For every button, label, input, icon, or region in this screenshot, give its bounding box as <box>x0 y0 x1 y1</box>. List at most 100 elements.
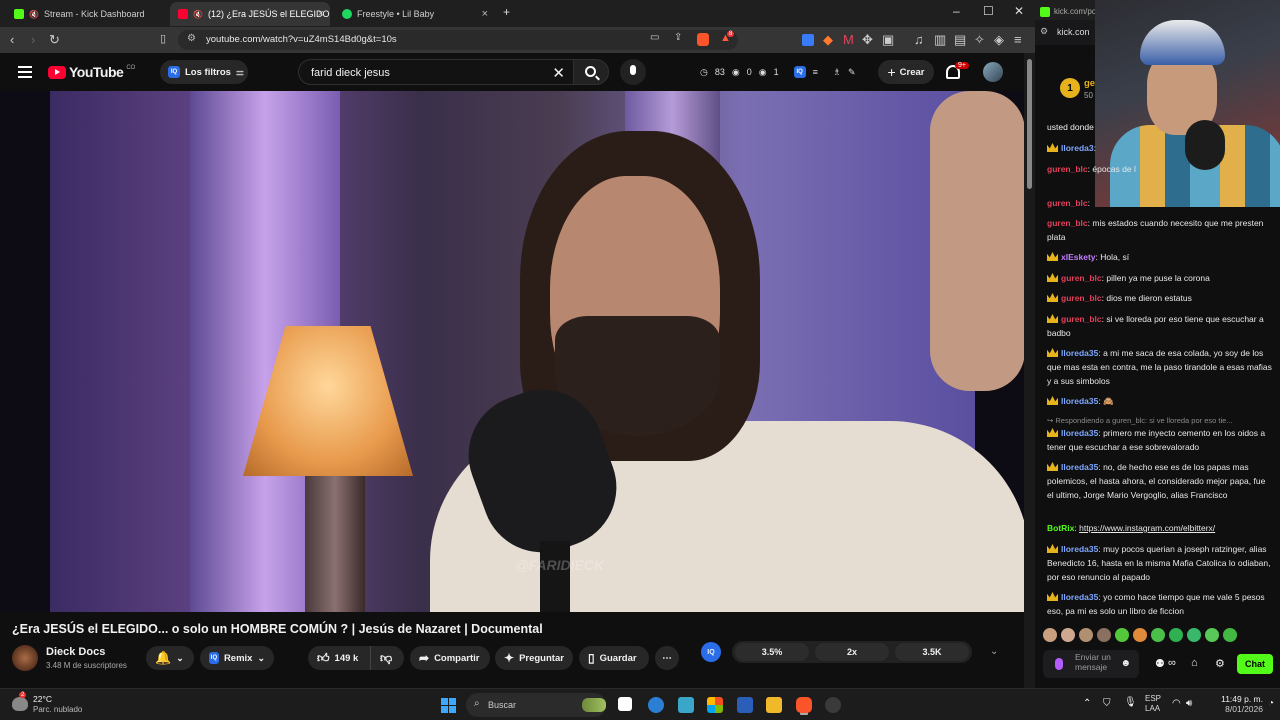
tab-kick-dashboard[interactable]: 🔇 Stream - Kick Dashboard <box>6 2 166 26</box>
obs-icon[interactable] <box>825 697 841 713</box>
like-button[interactable]: 👍︎ 149 k <box>308 646 370 670</box>
file-explorer-icon[interactable] <box>766 697 782 713</box>
snip-tool-icon[interactable] <box>678 697 694 713</box>
new-tab-button[interactable]: + <box>503 5 510 19</box>
chat-username[interactable]: xlEskety <box>1061 252 1096 262</box>
speed-option[interactable]: 2x <box>815 643 889 661</box>
chat-username[interactable]: lloreda35 <box>1061 462 1098 472</box>
chat-username[interactable]: lloreda35 <box>1061 592 1098 602</box>
list-icon[interactable]: ≡ <box>813 67 818 77</box>
chat-username[interactable]: lloreda3 <box>1061 143 1094 153</box>
filters-button[interactable]: IQ Los filtros ⚌ <box>160 60 248 84</box>
emoji-icon[interactable]: ☻ <box>1120 658 1131 669</box>
volume-icon[interactable]: 🔊︎ <box>1186 698 1192 709</box>
ext-box-icon[interactable]: ▣ <box>882 32 894 48</box>
emote-icon[interactable] <box>1151 628 1165 642</box>
chat-username[interactable]: guren_blc <box>1047 198 1088 208</box>
shield-tray-icon[interactable]: ⛉ <box>1103 698 1111 709</box>
page-scrollbar[interactable] <box>1024 53 1035 688</box>
translate-ext-icon[interactable] <box>802 34 814 46</box>
sidebar-icon[interactable]: ▥ <box>934 32 946 48</box>
chat-username[interactable]: lloreda35 <box>1061 396 1098 406</box>
brave-taskbar-icon[interactable] <box>796 697 812 713</box>
chevron-down-icon[interactable]: ⌄ <box>990 646 998 657</box>
weather-temp[interactable]: 22°C <box>33 694 52 704</box>
tab-spotify[interactable]: Freestyle • Lil Baby × <box>334 2 494 26</box>
emote-icon[interactable] <box>1187 628 1201 642</box>
youtube-logo[interactable]: YouTube CO <box>48 64 135 80</box>
install-icon[interactable]: ▭ <box>650 32 659 43</box>
windows-start-icon[interactable] <box>441 698 456 713</box>
chat-username[interactable]: lloreda35 <box>1061 428 1098 438</box>
emote-icon[interactable] <box>1205 628 1219 642</box>
close-window-icon[interactable]: ✕ <box>1014 4 1024 18</box>
minimize-icon[interactable]: – <box>953 4 960 18</box>
channel-avatar[interactable] <box>12 645 38 671</box>
remix-button[interactable]: IQ Remix ⌄ <box>200 646 274 670</box>
chat-username[interactable]: lloreda35 <box>1061 348 1098 358</box>
brave-shield-icon[interactable] <box>697 33 709 46</box>
reload-icon[interactable]: ↻ <box>49 32 60 48</box>
vpn-icon[interactable]: ◈ <box>994 32 1004 48</box>
ext-fox-icon[interactable]: ◆ <box>823 32 833 48</box>
back-icon[interactable]: ‹ <box>10 32 14 47</box>
create-button[interactable]: + Crear <box>878 60 934 84</box>
extensions-icon[interactable]: ✥ <box>862 32 873 48</box>
site-info-icon[interactable]: ⚙ <box>187 33 196 44</box>
maximize-icon[interactable]: ☐ <box>983 4 994 18</box>
send-chat-button[interactable]: Chat <box>1237 654 1273 674</box>
emote-icon[interactable] <box>1169 628 1183 642</box>
wifi-icon[interactable]: ◠ <box>1172 698 1181 709</box>
chat-text[interactable]: https://www.instagram.com/elbitterx/ <box>1079 523 1215 533</box>
copilot-icon[interactable] <box>707 697 723 713</box>
emote-icon[interactable] <box>1115 628 1129 642</box>
notification-icon[interactable]: ◔ <box>1268 698 1274 709</box>
settings-gear-icon[interactable]: ⚙ <box>1215 657 1225 670</box>
dislike-button[interactable]: 👎︎ <box>370 646 404 670</box>
addon-icon[interactable]: ✎ <box>848 67 856 78</box>
search-input[interactable]: farid dieck jesus ✕ <box>298 59 574 85</box>
ask-button[interactable]: ✦ Preguntar <box>495 646 573 670</box>
wallet-icon[interactable]: ▤ <box>954 32 966 48</box>
emote-icon[interactable] <box>1097 628 1111 642</box>
voice-search-icon[interactable] <box>620 59 646 85</box>
account-avatar[interactable] <box>983 62 1003 82</box>
store-icon[interactable]: ⌂ <box>1191 657 1198 669</box>
chat-username[interactable]: guren_blc <box>1061 273 1102 283</box>
chat-username[interactable]: lloreda35 <box>1061 544 1098 554</box>
points-icon[interactable]: ⚉ <box>1155 657 1165 670</box>
chat-username[interactable]: guren_blc <box>1047 218 1088 228</box>
taskbar-clock[interactable]: 11:49 p. m. 8/01/2026 <box>1208 694 1263 714</box>
edge-icon[interactable] <box>648 697 664 713</box>
video-player[interactable]: @FARIDIECK <box>0 91 1030 612</box>
subscription-bell-button[interactable]: 🔔 ⌄ <box>146 646 194 670</box>
media-icon[interactable]: ♫ <box>914 32 924 47</box>
chat-username[interactable]: guren_blc <box>1047 164 1088 174</box>
task-view-icon[interactable] <box>618 697 632 711</box>
iq-extension-button[interactable]: IQ <box>701 642 721 662</box>
link-icon[interactable]: ∞ <box>1168 657 1176 669</box>
language-indicator[interactable]: ESP LAA <box>1145 694 1161 714</box>
save-button[interactable]: ▯ Guardar <box>579 646 649 670</box>
emote-icon[interactable] <box>1079 628 1093 642</box>
channel-name[interactable]: Dieck Docs <box>46 646 105 658</box>
chat-username[interactable]: guren_blc <box>1061 293 1102 303</box>
emote-icon[interactable] <box>1133 628 1147 642</box>
forward-icon[interactable]: › <box>31 32 35 47</box>
store-app-icon[interactable] <box>737 697 753 713</box>
clear-search-icon[interactable]: ✕ <box>552 64 565 82</box>
search-button[interactable] <box>573 59 609 85</box>
share-button[interactable]: ➦ Compartir <box>410 646 490 670</box>
share-icon[interactable]: ⇪ <box>674 32 682 43</box>
emote-icon[interactable] <box>1061 628 1075 642</box>
extension-stats[interactable]: ◷ 83 ◉ 0 ◉ 1 IQ ≡ ♗ ✎ <box>700 60 865 84</box>
emote-icon[interactable] <box>1223 628 1237 642</box>
lamp-icon[interactable]: ♗ <box>833 67 841 78</box>
close-tab-icon[interactable]: × <box>318 8 324 20</box>
speed-option[interactable]: 3.5K <box>895 643 969 661</box>
chat-input[interactable]: Enviar un mensaje ☻ <box>1043 650 1139 678</box>
more-actions-button[interactable]: ⋯ <box>655 646 679 670</box>
chat-username[interactable]: guren_blc <box>1061 314 1102 324</box>
bookmark-icon[interactable]: ▯ <box>160 32 166 45</box>
scrollbar-thumb[interactable] <box>1027 59 1032 189</box>
